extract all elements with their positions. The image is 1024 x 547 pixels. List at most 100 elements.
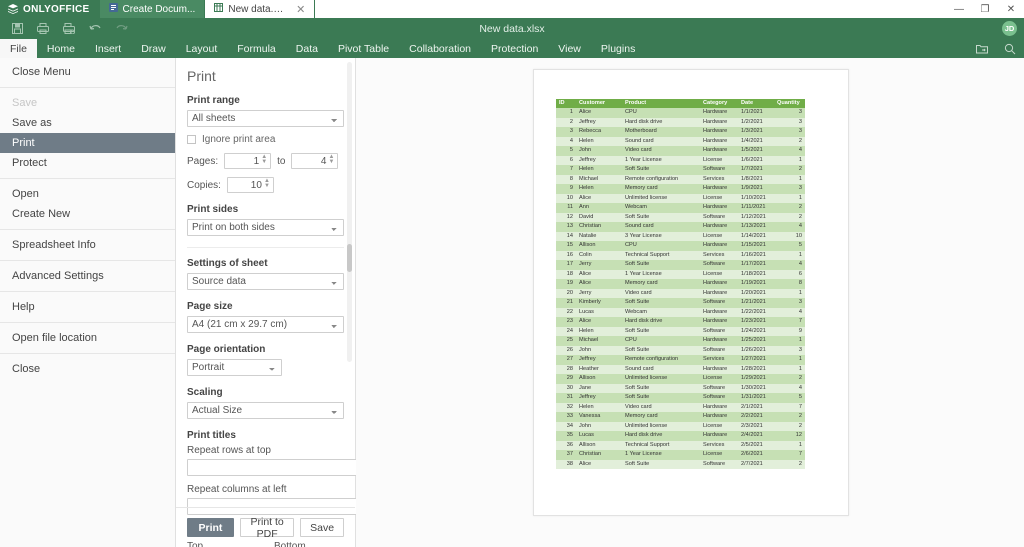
stepper-arrows-icon[interactable]: ▲ ▼ <box>264 178 270 189</box>
table-row: 10 Alice Unlimited license License 1/10/2021… <box>556 193 805 203</box>
menu-item-layout[interactable]: Layout <box>176 39 228 58</box>
cell-id: 7 <box>556 165 576 175</box>
scrollbar-thumb[interactable] <box>347 244 352 272</box>
file-menu-item-close[interactable]: Close <box>0 359 175 379</box>
file-menu-item-protect[interactable]: Protect <box>0 153 175 173</box>
cell-quantity: 1 <box>774 336 805 346</box>
print-button[interactable]: Print <box>187 518 234 537</box>
menu-item-plugins[interactable]: Plugins <box>591 39 645 58</box>
cell-quantity: 3 <box>774 298 805 308</box>
cell-category: License <box>700 421 738 431</box>
cell-date: 1/12/2021 <box>738 212 774 222</box>
cell-id: 12 <box>556 212 576 222</box>
minimize-icon[interactable]: — <box>946 0 972 18</box>
menu-item-draw[interactable]: Draw <box>131 39 176 58</box>
maximize-icon[interactable]: ❐ <box>972 0 998 18</box>
column-header-customer: Customer <box>576 99 622 108</box>
file-menu-item-close-menu[interactable]: Close Menu <box>0 62 175 82</box>
file-menu-item-save-as[interactable]: Save as <box>0 113 175 133</box>
window-tab-create-document[interactable]: Create Docum... <box>99 0 206 18</box>
menu-item-file[interactable]: File <box>0 39 37 58</box>
save-icon[interactable] <box>4 18 30 39</box>
cell-quantity: 1 <box>774 174 805 184</box>
menu-bar-right-icons <box>968 39 1024 58</box>
pages-to-stepper[interactable]: 4 ▲ ▼ <box>291 153 339 169</box>
close-icon[interactable]: ✕ <box>998 0 1024 18</box>
document-title: New data.xlsx <box>479 22 545 35</box>
print-icon[interactable] <box>30 18 56 39</box>
cell-product: Motherboard <box>622 127 700 137</box>
cell-customer: Allison <box>576 440 622 450</box>
cell-customer: Helen <box>576 165 622 175</box>
redo-icon[interactable] <box>108 18 134 39</box>
divider <box>0 87 175 88</box>
stepper-arrows-icon[interactable]: ▲ ▼ <box>329 154 335 165</box>
copies-label: Copies: <box>187 179 221 191</box>
menu-item-data[interactable]: Data <box>286 39 328 58</box>
table-row: 26 John Soft Suite Software 1/26/2021 3 <box>556 345 805 355</box>
window-tab-label: Create Docum... <box>122 3 196 15</box>
document-icon <box>108 3 118 15</box>
cell-product: 1 Year License <box>622 269 700 279</box>
file-menu-item-open[interactable]: Open <box>0 184 175 204</box>
file-menu-item-print[interactable]: Print <box>0 133 175 153</box>
cell-product: Unlimited license <box>622 193 700 203</box>
print-preview-area[interactable]: ID Customer Product Category Date Quanti… <box>356 58 1024 547</box>
save-button[interactable]: Save <box>300 518 344 537</box>
cell-product: Video card <box>622 146 700 156</box>
stepper-arrows-icon[interactable]: ▲ ▼ <box>261 154 267 165</box>
page-orientation-select[interactable]: Portrait <box>187 359 282 376</box>
print-range-select[interactable]: All sheets <box>187 110 344 127</box>
cell-category: Hardware <box>700 241 738 251</box>
page-size-select[interactable]: A4 (21 cm x 29.7 cm) <box>187 316 344 333</box>
cell-customer: Alice <box>576 459 622 469</box>
cell-quantity: 4 <box>774 146 805 156</box>
file-menu-item-save: Save <box>12 97 38 109</box>
cell-category: License <box>700 450 738 460</box>
cell-product: Memory card <box>622 412 700 422</box>
print-panel-scrollbar[interactable] <box>347 62 352 362</box>
quick-print-icon[interactable] <box>56 18 82 39</box>
cell-date: 1/3/2021 <box>738 127 774 137</box>
copies-stepper[interactable]: 10 ▲ ▼ <box>226 177 274 193</box>
scaling-select[interactable]: Actual Size <box>187 402 344 419</box>
cell-quantity: 1 <box>774 193 805 203</box>
print-to-pdf-button[interactable]: Print to PDF <box>239 516 295 540</box>
file-menu-item-spreadsheet-info[interactable]: Spreadsheet Info <box>0 235 175 255</box>
file-menu-item-open-file-location[interactable]: Open file location <box>0 328 175 348</box>
cell-category: Hardware <box>700 146 738 156</box>
search-icon[interactable] <box>996 43 1024 55</box>
menu-item-insert[interactable]: Insert <box>85 39 131 58</box>
cell-category: Software <box>700 345 738 355</box>
ignore-print-area-checkbox[interactable]: Ignore print area <box>187 134 344 145</box>
cell-product: Hard disk drive <box>622 317 700 327</box>
cell-customer: Jerry <box>576 260 622 270</box>
cell-quantity: 4 <box>774 222 805 232</box>
settings-of-sheet-select[interactable]: Source data <box>187 273 344 290</box>
cell-customer: Alice <box>576 269 622 279</box>
menu-item-formula[interactable]: Formula <box>227 39 286 58</box>
close-icon[interactable]: ✕ <box>296 3 305 16</box>
undo-icon[interactable] <box>82 18 108 39</box>
table-row: 6 Jeffrey 1 Year License License 1/6/2021 1 <box>556 155 805 165</box>
menu-item-protection[interactable]: Protection <box>481 39 548 58</box>
menu-item-home[interactable]: Home <box>37 39 85 58</box>
open-file-location-icon[interactable] <box>968 44 996 54</box>
pages-from-stepper[interactable]: 1 ▲ ▼ <box>224 153 272 169</box>
file-menu-item-advanced-settings[interactable]: Advanced Settings <box>0 266 175 286</box>
preview-page: ID Customer Product Category Date Quanti… <box>533 69 849 516</box>
window-tab-new-data-xlsx[interactable]: New data.xlsx ✕ <box>205 0 316 18</box>
cell-date: 1/2/2021 <box>738 117 774 127</box>
cell-customer: John <box>576 146 622 156</box>
copies-row: Copies: 10 ▲ ▼ <box>187 177 344 193</box>
menu-item-view[interactable]: View <box>548 39 591 58</box>
print-sides-select[interactable]: Print on both sides <box>187 219 344 236</box>
file-menu-item-help[interactable]: Help <box>0 297 175 317</box>
menu-item-pivot-table[interactable]: Pivot Table <box>328 39 399 58</box>
cell-date: 2/4/2021 <box>738 431 774 441</box>
table-row: 22 Lucas Webcam Hardware 1/22/2021 4 <box>556 307 805 317</box>
menu-item-collaboration[interactable]: Collaboration <box>399 39 481 58</box>
repeat-rows-input[interactable] <box>187 459 366 476</box>
file-menu-item-create-new[interactable]: Create New <box>0 204 175 224</box>
avatar[interactable]: JD <box>1002 21 1017 36</box>
